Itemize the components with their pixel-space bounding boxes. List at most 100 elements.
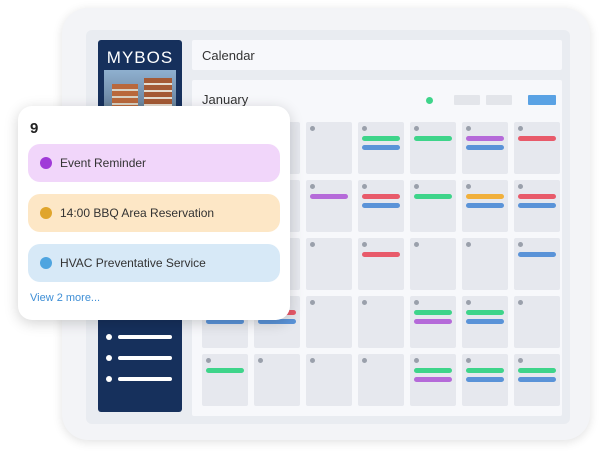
calendar-day-cell[interactable] bbox=[462, 354, 508, 406]
purple-dot-icon bbox=[40, 157, 52, 169]
day-dot bbox=[414, 184, 419, 189]
calendar-day-cell[interactable] bbox=[306, 180, 352, 232]
event-bar[interactable] bbox=[518, 252, 556, 257]
calendar-day-cell[interactable] bbox=[514, 238, 560, 290]
event-bar[interactable] bbox=[518, 194, 556, 199]
day-dot bbox=[414, 126, 419, 131]
day-dot bbox=[518, 300, 523, 305]
event-bar[interactable] bbox=[466, 310, 504, 315]
calendar-day-cell[interactable] bbox=[202, 354, 248, 406]
day-dot bbox=[206, 358, 211, 363]
calendar-day-cell[interactable] bbox=[410, 296, 456, 348]
event-bar[interactable] bbox=[206, 368, 244, 373]
event-bar[interactable] bbox=[310, 194, 348, 199]
event-bar[interactable] bbox=[466, 368, 504, 373]
day-dot bbox=[310, 184, 315, 189]
event-bar[interactable] bbox=[466, 136, 504, 141]
day-dot bbox=[414, 242, 419, 247]
event-bar[interactable] bbox=[466, 145, 504, 150]
calendar-day-cell[interactable] bbox=[358, 238, 404, 290]
popup-day-number: 9 bbox=[30, 120, 38, 137]
day-dot bbox=[518, 242, 523, 247]
event-bar[interactable] bbox=[466, 194, 504, 199]
calendar-day-cell[interactable] bbox=[254, 354, 300, 406]
day-dot bbox=[414, 300, 419, 305]
day-dot bbox=[518, 358, 523, 363]
calendar-day-cell[interactable] bbox=[514, 296, 560, 348]
event-bar[interactable] bbox=[362, 203, 400, 208]
event-bar[interactable] bbox=[518, 377, 556, 382]
calendar-day-cell[interactable] bbox=[514, 122, 560, 174]
day-dot bbox=[310, 126, 315, 131]
brand-logo: MYBOS bbox=[98, 48, 182, 68]
page-title: Calendar bbox=[202, 48, 255, 63]
view-toggle-week[interactable] bbox=[454, 95, 480, 105]
calendar-day-cell[interactable] bbox=[306, 296, 352, 348]
event-bar[interactable] bbox=[518, 136, 556, 141]
event-bar[interactable] bbox=[414, 319, 452, 324]
day-dot bbox=[518, 184, 523, 189]
event-item[interactable]: HVAC Preventative Service bbox=[28, 244, 280, 282]
calendar-day-cell[interactable] bbox=[358, 122, 404, 174]
event-bar[interactable] bbox=[466, 377, 504, 382]
day-dot bbox=[518, 126, 523, 131]
calendar-day-cell[interactable] bbox=[358, 354, 404, 406]
calendar-day-cell[interactable] bbox=[462, 296, 508, 348]
calendar-day-cell[interactable] bbox=[410, 122, 456, 174]
calendar-day-cell[interactable] bbox=[410, 354, 456, 406]
day-dot bbox=[362, 184, 367, 189]
day-dot bbox=[362, 358, 367, 363]
orange-dot-icon bbox=[40, 207, 52, 219]
day-events-popup: 9 Event Reminder 14:00 BBQ Area Reservat… bbox=[18, 106, 290, 320]
day-dot bbox=[466, 242, 471, 247]
event-bar[interactable] bbox=[414, 194, 452, 199]
calendar-day-cell[interactable] bbox=[358, 180, 404, 232]
day-dot bbox=[362, 126, 367, 131]
event-bar[interactable] bbox=[362, 194, 400, 199]
calendar-day-cell[interactable] bbox=[514, 180, 560, 232]
day-dot bbox=[362, 300, 367, 305]
calendar-day-cell[interactable] bbox=[306, 122, 352, 174]
status-dot bbox=[426, 97, 433, 104]
event-bar[interactable] bbox=[414, 368, 452, 373]
calendar-day-cell[interactable] bbox=[306, 238, 352, 290]
day-dot bbox=[466, 184, 471, 189]
event-bar[interactable] bbox=[518, 203, 556, 208]
blue-dot-icon bbox=[40, 257, 52, 269]
event-bar[interactable] bbox=[362, 252, 400, 257]
view-toggle-day[interactable] bbox=[486, 95, 512, 105]
event-label: Event Reminder bbox=[60, 156, 146, 170]
day-dot bbox=[362, 242, 367, 247]
day-dot bbox=[310, 300, 315, 305]
calendar-day-cell[interactable] bbox=[410, 180, 456, 232]
day-dot bbox=[258, 358, 263, 363]
event-bar[interactable] bbox=[518, 368, 556, 373]
day-dot bbox=[414, 358, 419, 363]
day-dot bbox=[310, 358, 315, 363]
day-dot bbox=[466, 126, 471, 131]
event-bar[interactable] bbox=[362, 145, 400, 150]
calendar-day-cell[interactable] bbox=[358, 296, 404, 348]
day-dot bbox=[466, 300, 471, 305]
view-more-link[interactable]: View 2 more... bbox=[30, 292, 100, 304]
calendar-day-cell[interactable] bbox=[306, 354, 352, 406]
calendar-day-cell[interactable] bbox=[410, 238, 456, 290]
calendar-day-cell[interactable] bbox=[462, 238, 508, 290]
event-label: 14:00 BBQ Area Reservation bbox=[60, 206, 214, 220]
calendar-day-cell[interactable] bbox=[514, 354, 560, 406]
event-item[interactable]: Event Reminder bbox=[28, 144, 280, 182]
event-bar[interactable] bbox=[466, 319, 504, 324]
day-dot bbox=[466, 358, 471, 363]
header-bar: Calendar bbox=[192, 40, 562, 70]
event-label: HVAC Preventative Service bbox=[60, 256, 206, 270]
view-toggle-month[interactable] bbox=[528, 95, 556, 105]
event-item[interactable]: 14:00 BBQ Area Reservation bbox=[28, 194, 280, 232]
event-bar[interactable] bbox=[466, 203, 504, 208]
event-bar[interactable] bbox=[414, 136, 452, 141]
event-bar[interactable] bbox=[362, 136, 400, 141]
month-label: January bbox=[202, 92, 248, 107]
calendar-day-cell[interactable] bbox=[462, 122, 508, 174]
event-bar[interactable] bbox=[414, 377, 452, 382]
calendar-day-cell[interactable] bbox=[462, 180, 508, 232]
event-bar[interactable] bbox=[414, 310, 452, 315]
